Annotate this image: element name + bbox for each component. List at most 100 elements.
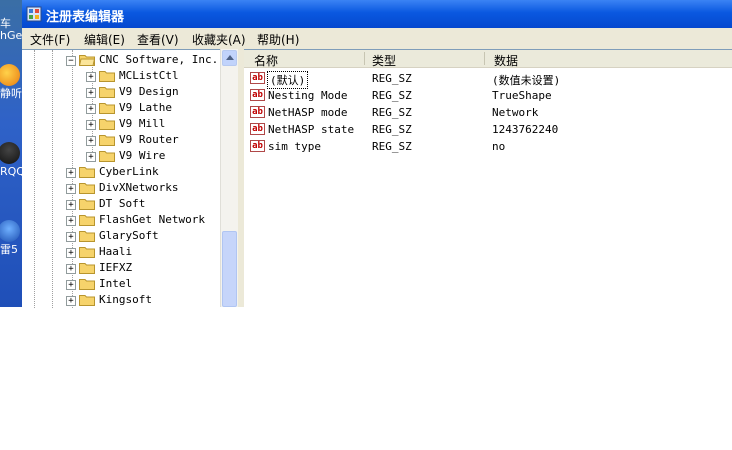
value-data: 1243762240 (492, 123, 559, 136)
values-list[interactable]: 名称 类型 数据 ab (默认) REG_SZ (数值未设置) ab Nesting Mo… (244, 49, 732, 308)
title-bar[interactable]: 注册表编辑器 (22, 0, 732, 28)
window-title: 注册表编辑器 (46, 10, 125, 25)
menu-help[interactable]: 帮助(H) (257, 31, 299, 48)
expand-icon[interactable]: + (66, 200, 76, 210)
expand-icon[interactable]: + (66, 232, 76, 242)
desktop-strip: 车 hGe. 静听 RQQ 雷5 (0, 0, 22, 307)
value-type: REG_SZ (372, 140, 412, 153)
expand-icon[interactable]: + (66, 248, 76, 258)
string-value-icon: ab (250, 89, 265, 101)
tree-node-label: V9 Router (119, 133, 179, 146)
column-header-data[interactable]: 数据 (494, 52, 518, 69)
folder-icon (79, 167, 95, 178)
expand-icon[interactable]: + (86, 136, 96, 146)
folder-icon (79, 263, 95, 274)
scroll-up-button[interactable] (222, 50, 237, 66)
tree-node-label: V9 Lathe (119, 101, 172, 114)
value-name: Nesting Mode (268, 89, 348, 102)
registry-value-row[interactable]: ab Nesting Mode REG_SZ TrueShape (244, 87, 732, 104)
open-folder-icon (79, 55, 95, 66)
expand-icon[interactable]: + (86, 88, 96, 98)
tree-node-label: CNC Software, Inc. (99, 53, 219, 66)
folder-icon (79, 215, 95, 226)
expand-icon[interactable]: + (66, 264, 76, 274)
qq-penguin-icon (0, 142, 20, 164)
desktop-icon-thunder[interactable]: 雷5 (0, 220, 22, 256)
expand-icon[interactable]: + (66, 184, 76, 194)
menu-edit[interactable]: 编辑(E) (84, 31, 125, 48)
tree-node-label: MCListCtl (119, 69, 179, 82)
column-divider[interactable] (364, 52, 365, 65)
desktop-icon-music[interactable]: 静听 (0, 64, 22, 100)
registry-value-row[interactable]: ab (默认) REG_SZ (数值未设置) (244, 70, 732, 89)
menu-favorites[interactable]: 收藏夹(A) (192, 31, 246, 48)
registry-value-row[interactable]: ab NetHASP mode REG_SZ Network (244, 104, 732, 121)
music-app-icon (0, 64, 20, 86)
value-name: (默认) (266, 71, 309, 89)
tree-node-label: DivXNetworks (99, 181, 179, 194)
folder-icon (99, 87, 115, 98)
string-value-icon: ab (250, 123, 265, 135)
tree-node-label: V9 Design (119, 85, 179, 98)
expand-icon[interactable]: + (86, 120, 96, 130)
folder-icon (79, 279, 95, 290)
tree-node-label: V9 Wire (119, 149, 166, 162)
scroll-thumb[interactable] (222, 231, 237, 307)
expand-icon[interactable]: + (66, 168, 76, 178)
registry-value-row[interactable]: ab NetHASP state REG_SZ 1243762240 (244, 121, 732, 138)
regedit-icon (26, 6, 42, 22)
registry-tree[interactable]: − CNC Software, Inc. + MCListCtl + V9 Design +… (22, 49, 220, 308)
expand-icon[interactable]: + (66, 296, 76, 306)
expand-icon[interactable]: + (66, 216, 76, 226)
menu-bar: 文件(F) 编辑(E) 查看(V) 收藏夹(A) 帮助(H) (22, 28, 732, 48)
registry-editor-window: 注册表编辑器 文件(F) 编辑(E) 查看(V) 收藏夹(A) 帮助(H) − C… (22, 0, 732, 308)
folder-icon (79, 247, 95, 258)
expand-icon[interactable]: + (86, 152, 96, 162)
desktop-icon-label: RQQ (0, 165, 22, 178)
value-data: (数值未设置) (492, 74, 561, 87)
folder-icon (79, 183, 95, 194)
menu-view[interactable]: 查看(V) (137, 31, 179, 48)
folder-icon (99, 71, 115, 82)
tree-guide-line (34, 50, 35, 308)
column-divider[interactable] (484, 52, 485, 65)
menu-file[interactable]: 文件(F) (30, 31, 70, 48)
folder-icon (99, 119, 115, 130)
string-value-icon: ab (250, 140, 265, 152)
string-value-icon: ab (250, 106, 265, 118)
tree-node-label: DT Soft (99, 197, 146, 210)
tree-node-label: Haali (99, 245, 133, 258)
desktop-icon-car[interactable]: 车 hGe. (0, 18, 22, 42)
folder-icon (99, 151, 115, 162)
thunder-app-icon (0, 220, 20, 242)
tree-guide-line (52, 50, 53, 308)
tree-node-label: CyberLink (99, 165, 159, 178)
folder-icon (99, 135, 115, 146)
collapse-icon[interactable]: − (66, 56, 76, 66)
expand-icon[interactable]: + (86, 104, 96, 114)
value-data: no (492, 140, 506, 153)
value-data: Network (492, 106, 539, 119)
desktop-icon-qq[interactable]: RQQ (0, 142, 22, 178)
value-name: NetHASP state (268, 123, 355, 136)
value-name: NetHASP mode (268, 106, 348, 119)
folder-icon (99, 103, 115, 114)
expand-icon[interactable]: + (66, 280, 76, 290)
value-type: REG_SZ (372, 123, 412, 136)
expand-icon[interactable]: + (86, 72, 96, 82)
tree-node-label: FlashGet Network (99, 213, 205, 226)
folder-icon (79, 295, 95, 306)
registry-value-row[interactable]: ab sim type REG_SZ no (244, 138, 732, 155)
value-data: TrueShape (492, 89, 552, 102)
list-header: 名称 类型 数据 (244, 50, 732, 68)
desktop-icon-label: 静听 (0, 87, 22, 100)
tree-node-label: Intel (99, 277, 133, 290)
value-name: sim type (268, 140, 321, 153)
tree-node-label: GlarySoft (99, 229, 159, 242)
column-header-type[interactable]: 类型 (372, 52, 396, 69)
value-type: REG_SZ (372, 106, 412, 119)
tree-scrollbar[interactable] (220, 49, 238, 307)
tree-node-label: V9 Mill (119, 117, 166, 130)
column-header-name[interactable]: 名称 (254, 52, 278, 69)
folder-icon (79, 231, 95, 242)
